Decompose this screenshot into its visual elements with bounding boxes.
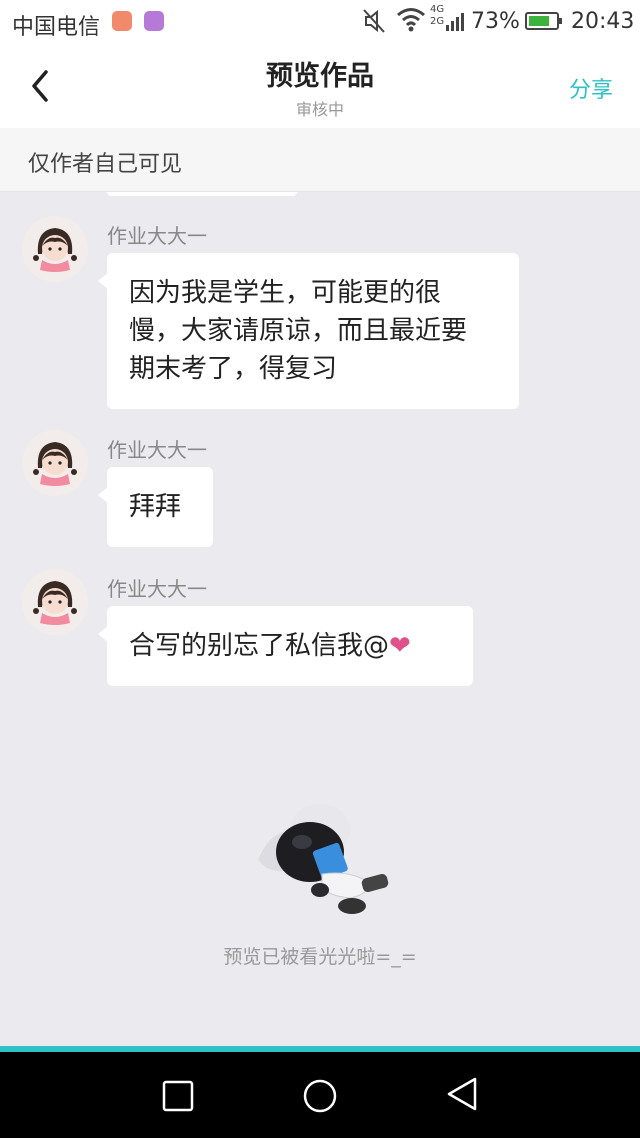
page-title: 预览作品: [266, 61, 374, 92]
message-bubble[interactable]: 合写的别忘了私信我@❤: [98, 606, 473, 686]
message-bubble[interactable]: 拜拜: [98, 467, 213, 547]
share-button[interactable]: 分享: [569, 72, 613, 104]
sender-name: 作业大大一: [107, 577, 207, 601]
review-status: 审核中: [295, 100, 344, 119]
battery-percent: 73%: [471, 9, 520, 34]
clock: 20:43: [571, 9, 635, 34]
empty-state-text: 预览已被看光光啦=_=: [223, 946, 417, 968]
avatar[interactable]: [22, 216, 88, 282]
recent-apps-button[interactable]: [162, 1080, 194, 1116]
sender-name: 作业大大一: [107, 224, 207, 248]
gallery-icon: [144, 11, 164, 31]
circle-icon: [303, 1079, 337, 1113]
app-header: 预览作品 审核中 分享: [0, 46, 640, 128]
wifi-icon: [396, 6, 426, 38]
heart-emoji: ❤: [389, 631, 411, 661]
message-text: 因为我是学生，可能更的很慢，大家请原谅，而且最近要期末考了，得复习: [129, 278, 468, 384]
message-bubble[interactable]: 因为我是学生，可能更的很慢，大家请原谅，而且最近要期末考了，得复习: [98, 253, 519, 409]
visibility-notice-text: 仅作者自己可见: [28, 152, 183, 177]
message-text: 合写的别忘了私信我@: [129, 631, 390, 661]
sender-name: 作业大大一: [107, 438, 207, 462]
battery-icon: [525, 12, 562, 30]
carrier-name: 中国电信: [12, 15, 101, 40]
message-text: 拜拜: [129, 492, 182, 522]
triangle-back-icon: [447, 1077, 477, 1111]
network-type-label: 4G 2G: [430, 4, 445, 27]
system-navigation-bar: [0, 1052, 640, 1138]
square-icon: [162, 1080, 194, 1112]
chat-area[interactable]: 作业大大一 因为我是学生，可能更的很慢，大家请原谅，而且最近要期末考了，得复习 …: [0, 192, 640, 1047]
status-bar: 中国电信 4G 2G 73% 20:43: [0, 0, 640, 46]
home-button[interactable]: [302, 1078, 338, 1118]
avatar[interactable]: [22, 430, 88, 496]
previous-message-bubble: [106, 192, 298, 196]
robot-illustration: [250, 790, 400, 920]
avatar[interactable]: [22, 569, 88, 635]
signal-icon: [446, 10, 468, 38]
system-back-button[interactable]: [445, 1076, 479, 1116]
visibility-notice: 仅作者自己可见: [0, 128, 640, 192]
mute-icon: [362, 8, 386, 40]
app-notification-icon: [112, 11, 132, 31]
